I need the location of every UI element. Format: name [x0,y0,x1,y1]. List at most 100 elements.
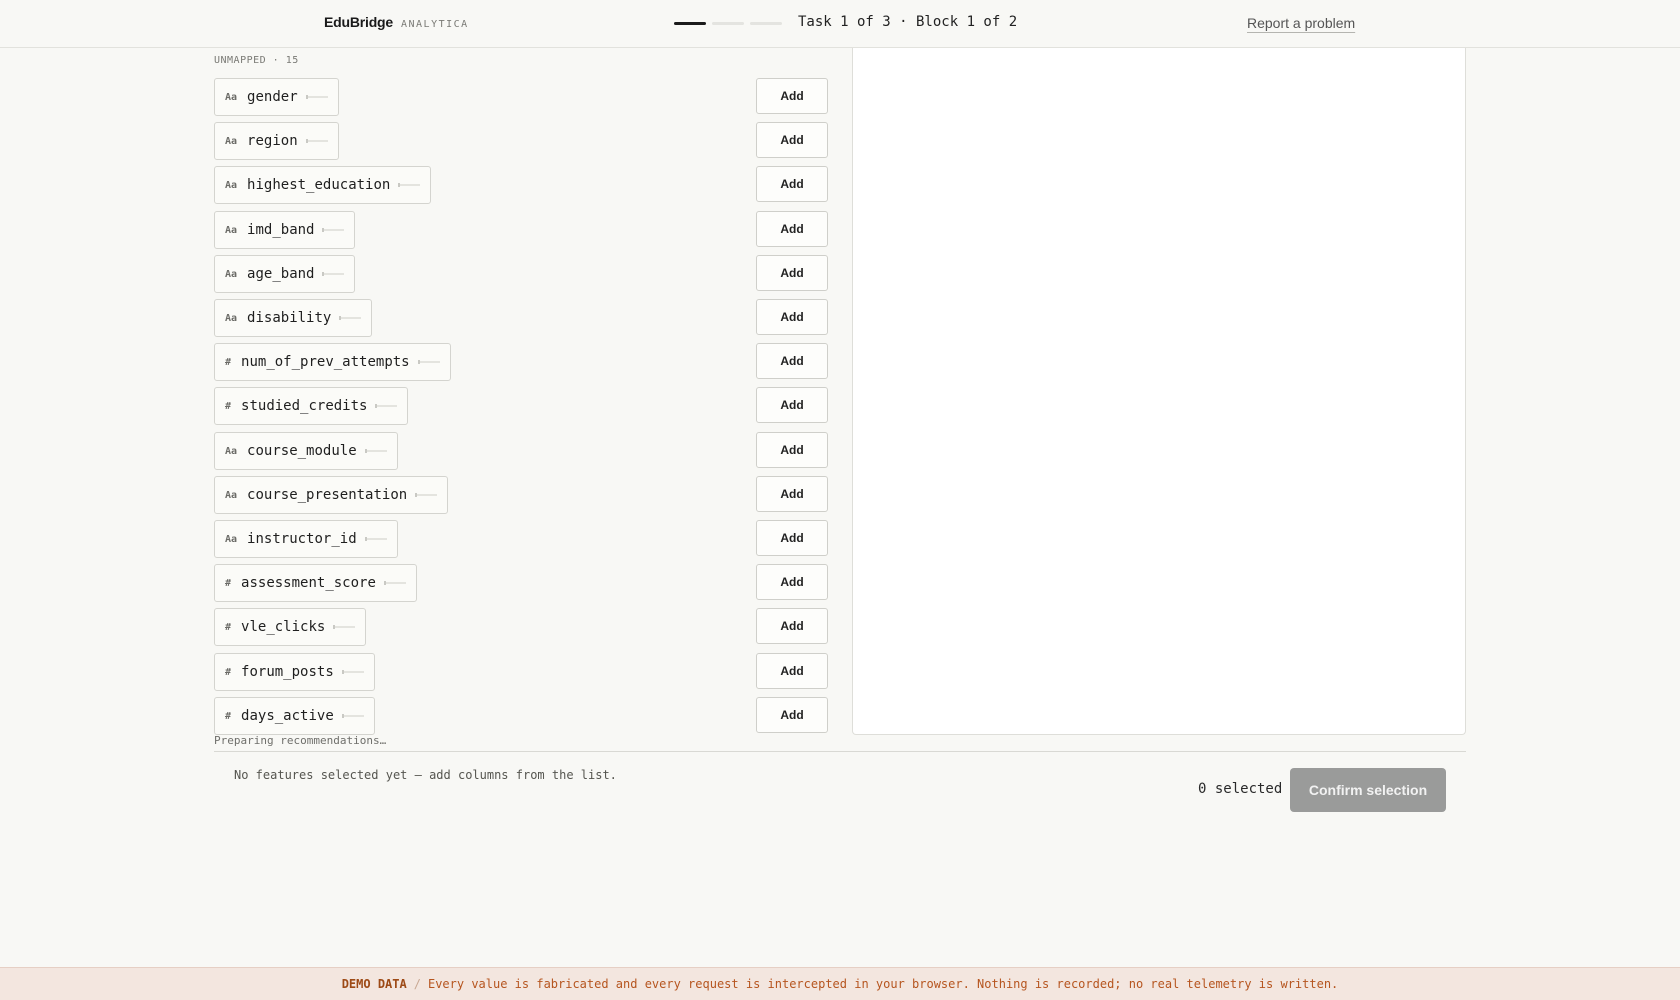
progress-step-2 [712,22,744,25]
feature-row: # studied_credits Add [214,387,828,425]
progress-step-1 [674,22,706,25]
add-feature-button[interactable]: Add [756,564,828,600]
distribution-sparkline-icon [305,95,328,99]
numeric-type-icon: # [225,621,232,633]
feature-name: course_module [247,443,357,459]
feature-row: Aa course_module Add [214,432,828,470]
numeric-type-icon: # [225,666,232,678]
task-progress [674,22,782,25]
feature-name: gender [247,89,298,105]
text-type-icon: Aa [225,135,238,147]
selected-count: 0 selected [1198,781,1283,797]
distribution-sparkline-icon [364,537,387,541]
feature-chip[interactable]: Aa disability [214,299,373,337]
feature-chip[interactable]: Aa imd_band [214,211,356,249]
feature-chip[interactable]: Aa course_module [214,432,398,470]
feature-row: Aa imd_band Add [214,211,828,249]
distribution-sparkline-icon [341,714,364,718]
distribution-sparkline-icon [322,272,345,276]
add-feature-button[interactable]: Add [756,211,828,247]
demo-tag: DEMO DATA [341,977,407,991]
feature-chip[interactable]: Aa instructor_id [214,520,398,558]
numeric-type-icon: # [225,577,232,589]
feature-chip[interactable]: Aa region [214,122,339,160]
feature-row: # num_of_prev_attempts Add [214,343,828,381]
top-bar: EduBridge ANALYTICA Task 1 of 3 · Block … [0,0,1680,48]
feature-chip[interactable]: # num_of_prev_attempts [214,343,451,381]
feature-chip[interactable]: # forum_posts [214,653,375,691]
demo-data-banner: DEMO DATA / Every value is fabricated an… [0,967,1680,1000]
feature-row: Aa disability Add [214,299,828,337]
feature-chip[interactable]: # assessment_score [214,564,417,602]
text-type-icon: Aa [225,445,238,457]
text-type-icon: Aa [225,224,238,236]
distribution-sparkline-icon [398,183,421,187]
numeric-type-icon: # [225,356,232,368]
feature-name: age_band [247,266,315,282]
feature-chip[interactable]: Aa gender [214,78,339,116]
feature-row: # vle_clicks Add [214,608,828,646]
distribution-sparkline-icon [364,449,387,453]
demo-message: Every value is fabricated and every requ… [427,977,1339,991]
feature-row: Aa age_band Add [214,255,828,293]
text-type-icon: Aa [225,489,238,501]
add-feature-button[interactable]: Add [756,653,828,689]
distribution-sparkline-icon [339,316,362,320]
add-feature-button[interactable]: Add [756,78,828,114]
feature-name: days_active [241,708,334,724]
feature-row: Aa course_presentation Add [214,476,828,514]
feature-chip[interactable]: Aa highest_education [214,166,432,204]
distribution-sparkline-icon [341,670,364,674]
preparing-status: Preparing recommendations… [214,734,387,747]
add-feature-button[interactable]: Add [756,387,828,423]
add-feature-button[interactable]: Add [756,520,828,556]
report-problem-link[interactable]: Report a problem [1247,15,1355,31]
text-type-icon: Aa [225,268,238,280]
confirm-selection-button[interactable]: Confirm selection [1290,768,1446,812]
feature-name: region [247,133,298,149]
feature-row: Aa region Add [214,122,828,160]
feature-name: disability [247,310,332,326]
add-feature-button[interactable]: Add [756,299,828,335]
add-feature-button[interactable]: Add [756,608,828,644]
distribution-sparkline-icon [415,493,438,497]
unmapped-section-label: UNMAPPED · 15 [214,55,299,66]
add-feature-button[interactable]: Add [756,343,828,379]
text-type-icon: Aa [225,91,238,103]
feature-chip[interactable]: # days_active [214,697,375,735]
feature-row: # forum_posts Add [214,653,828,691]
feature-name: num_of_prev_attempts [241,354,410,370]
brand-name: EduBridge [324,14,393,30]
recommendations-panel [852,48,1466,735]
add-feature-button[interactable]: Add [756,122,828,158]
feature-row: Aa instructor_id Add [214,520,828,558]
add-feature-button[interactable]: Add [756,166,828,202]
feature-name: imd_band [247,222,315,238]
feature-name: vle_clicks [241,619,326,635]
task-label: Task 1 of 3 · Block 1 of 2 [798,14,1018,30]
add-feature-button[interactable]: Add [756,255,828,291]
feature-name: assessment_score [241,575,376,591]
feature-row: # assessment_score Add [214,564,828,602]
distribution-sparkline-icon [375,404,398,408]
distribution-sparkline-icon [417,360,440,364]
feature-name: forum_posts [241,664,334,680]
feature-chip[interactable]: Aa course_presentation [214,476,449,514]
text-type-icon: Aa [225,312,238,324]
add-feature-button[interactable]: Add [756,697,828,733]
feature-chip[interactable]: # studied_credits [214,387,409,425]
feature-chip[interactable]: Aa age_band [214,255,356,293]
feature-name: highest_education [247,177,391,193]
brand-subtitle: ANALYTICA [400,19,469,30]
feature-name: course_presentation [247,487,408,503]
distribution-sparkline-icon [322,228,345,232]
feature-chip[interactable]: # vle_clicks [214,608,367,646]
text-type-icon: Aa [225,533,238,545]
distribution-sparkline-icon [305,139,328,143]
brand-logo[interactable]: EduBridge ANALYTICA [324,14,469,30]
distribution-sparkline-icon [333,625,356,629]
distribution-sparkline-icon [383,581,406,585]
add-feature-button[interactable]: Add [756,432,828,468]
add-feature-button[interactable]: Add [756,476,828,512]
feature-name: instructor_id [247,531,357,547]
